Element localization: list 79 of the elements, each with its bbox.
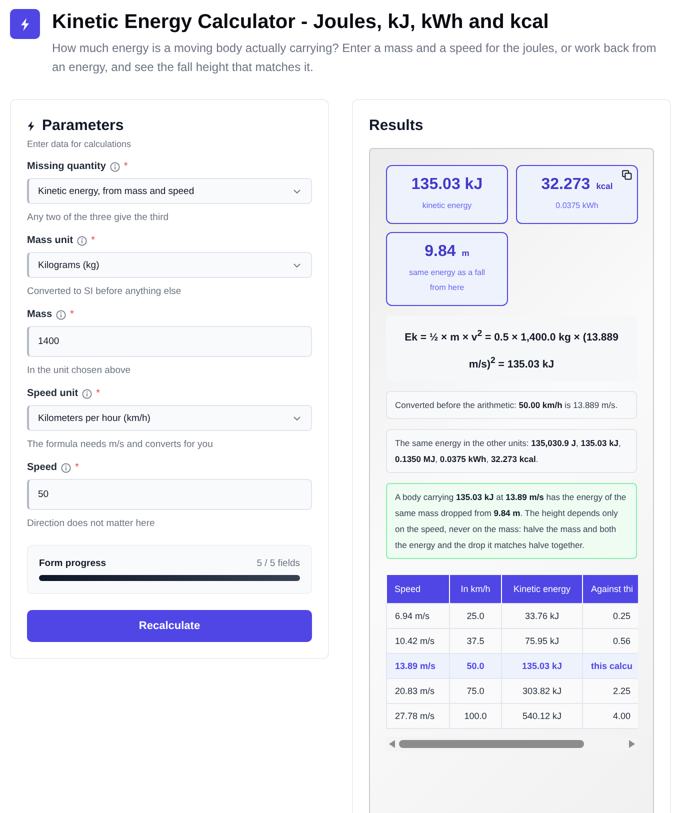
table-cell: 50.0 bbox=[450, 653, 502, 678]
field-label: Mass bbox=[27, 309, 52, 320]
copy-button[interactable] bbox=[622, 170, 632, 180]
info-icon[interactable] bbox=[77, 236, 88, 246]
table-cell: 2.25 bbox=[582, 678, 638, 703]
table-cell: 10.42 m/s bbox=[386, 628, 450, 653]
required-mark: * bbox=[124, 161, 128, 172]
table-cell: 75.0 bbox=[450, 678, 502, 703]
table-cell: 13.89 m/s bbox=[386, 653, 450, 678]
info-icon[interactable] bbox=[61, 462, 72, 472]
progress-count: 5 / 5 fields bbox=[256, 558, 300, 569]
scroll-right-icon[interactable] bbox=[629, 740, 635, 748]
metric-value: 135.03 kJ bbox=[411, 176, 483, 194]
copy-icon bbox=[622, 170, 632, 180]
table-cell: 100.0 bbox=[450, 703, 502, 728]
metric-caption: 0.0375 kWh bbox=[556, 200, 598, 212]
field-hint: Direction does not matter here bbox=[27, 518, 156, 529]
field-label: Missing quantity bbox=[27, 161, 106, 172]
chevron-down-icon bbox=[293, 416, 301, 420]
metric-caption: kinetic energy bbox=[422, 200, 472, 212]
info-icon[interactable] bbox=[82, 388, 92, 398]
column-header: Against thi bbox=[582, 575, 638, 603]
table-cell: 540.12 kJ bbox=[502, 703, 582, 728]
progress-label: Form progress bbox=[39, 558, 106, 569]
page-subtitle: How much energy is a moving body actually carrying? Enter a mass and a speed for the joules, or work back from an energy, and see the fall height that matches it. bbox=[52, 40, 658, 76]
field-hint: In the unit chosen above bbox=[27, 365, 132, 376]
field-label: Mass unit bbox=[27, 235, 74, 246]
table-cell: 0.56 bbox=[582, 628, 638, 653]
metric-caption: same energy as a fall from here bbox=[408, 267, 486, 294]
input-field[interactable]: 50 bbox=[27, 479, 312, 510]
table-cell: 33.76 kJ bbox=[502, 603, 582, 628]
chevron-down-icon bbox=[293, 262, 301, 268]
table-cell: 303.82 kJ bbox=[502, 678, 582, 703]
field-hint: Any two of the three give the third bbox=[27, 212, 170, 223]
table-cell: 25.0 bbox=[450, 603, 502, 628]
metric-unit: m bbox=[462, 248, 470, 258]
select-field[interactable]: Kilograms (kg) bbox=[27, 252, 312, 278]
page-title: Kinetic Energy Calculator - Joules, kJ, kWh and kcal bbox=[52, 10, 550, 35]
scrollbar-thumb[interactable] bbox=[399, 740, 584, 748]
info-icon[interactable] bbox=[56, 310, 66, 320]
select-field[interactable]: Kinetic energy, from mass and speed bbox=[27, 178, 312, 204]
lightning-icon bbox=[27, 120, 35, 132]
chevron-down-icon bbox=[293, 188, 301, 194]
table-cell: 6.94 m/s bbox=[386, 603, 450, 628]
input-field[interactable]: 1400 bbox=[27, 326, 312, 357]
metric-unit: kcal bbox=[596, 181, 613, 191]
column-header: In km/h bbox=[450, 575, 502, 603]
table-cell: 75.95 kJ bbox=[502, 628, 582, 653]
card-title: Parameters bbox=[42, 116, 124, 136]
field-label: Speed bbox=[27, 462, 58, 473]
field-hint: The formula needs m/s and converts for you bbox=[27, 439, 214, 450]
table-cell: this calcu bbox=[582, 653, 638, 678]
info-note: Converted before the arithmetic: 50.00 km/h is 13.889 m/s. bbox=[386, 391, 637, 419]
metric-value: 32.273 bbox=[541, 176, 590, 194]
lightning-icon bbox=[20, 18, 30, 30]
table-cell: 4.00 bbox=[582, 703, 638, 728]
required-mark: * bbox=[91, 235, 96, 246]
formula-text: Ek = ½ × m × v$^{2}$ = 0.5 × 1,400.0 kg × (13.889 m/s)$^{2}$ = 135.03 kJ bbox=[386, 316, 637, 381]
info-note: The same energy in the other units: 135,030.9 J, 135.03 kJ, 0.1350 MJ, 0.0375 kWh, 32.273 kcal. bbox=[386, 429, 637, 473]
table-cell: 135.03 kJ bbox=[502, 653, 582, 678]
required-mark: * bbox=[75, 462, 79, 473]
table-cell: 20.83 m/s bbox=[386, 678, 450, 703]
required-mark: * bbox=[96, 388, 100, 399]
table-cell: 0.25 bbox=[582, 603, 638, 628]
card-title: Results bbox=[369, 116, 424, 136]
table-cell: 37.5 bbox=[450, 628, 502, 653]
success-note: A body carrying 135.03 kJ at 13.89 m/s has the energy of the same mass dropped from 9.84 m. The height depends only on the speed, never on the mass: halve the mass and both the energy and the drop it matches halve together. bbox=[386, 483, 637, 559]
metric-value: 9.84 bbox=[424, 243, 456, 261]
required-mark: * bbox=[70, 309, 74, 320]
column-header: Speed bbox=[386, 575, 450, 603]
card-subtitle: Enter data for calculations bbox=[27, 139, 132, 149]
field-label: Speed unit bbox=[27, 388, 78, 399]
field-hint: Converted to SI before anything else bbox=[27, 286, 182, 297]
info-icon[interactable] bbox=[110, 162, 120, 172]
column-header: Kinetic energy bbox=[502, 575, 582, 603]
recalculate-button[interactable]: Recalculate bbox=[27, 610, 312, 642]
scroll-left-icon[interactable] bbox=[389, 740, 395, 748]
select-field[interactable]: Kilometers per hour (km/h) bbox=[27, 405, 312, 431]
table-cell: 27.78 m/s bbox=[386, 703, 450, 728]
